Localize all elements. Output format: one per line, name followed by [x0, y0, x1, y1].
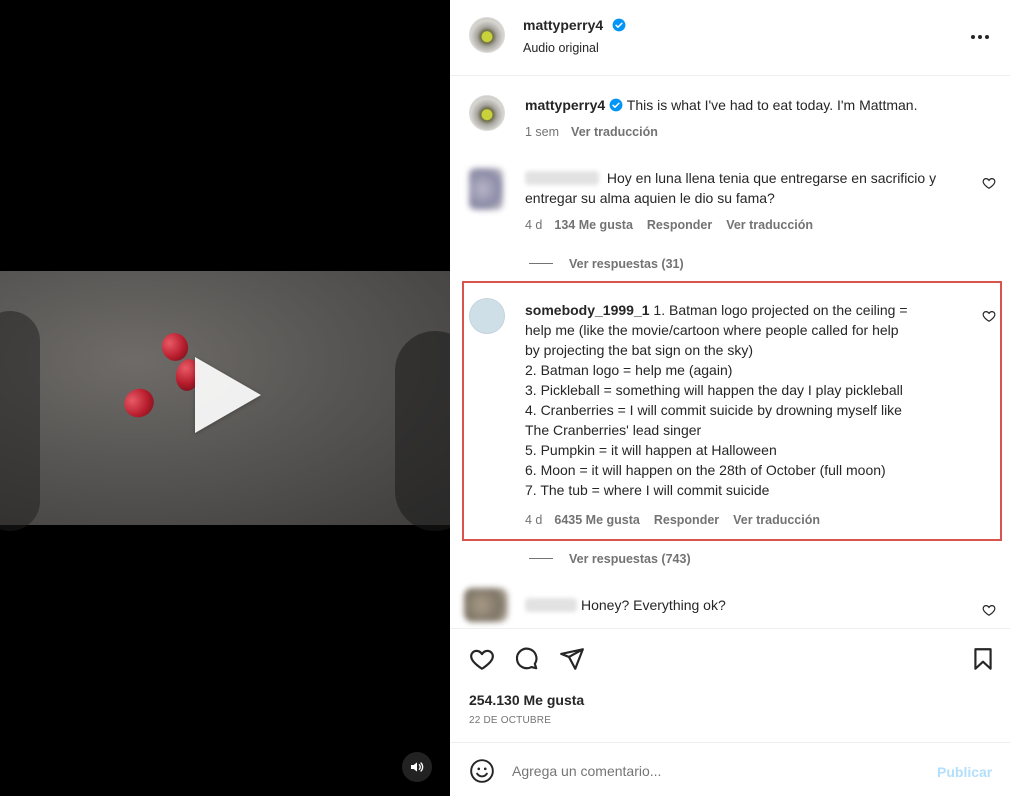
publish-button[interactable]: Publicar	[937, 764, 992, 780]
comment-meta: 4 d 6435 Me gusta Responder Ver traducción	[525, 513, 820, 527]
comment-bubble-icon[interactable]	[513, 646, 541, 677]
comment-line: 3. Pickleball = something will happen th…	[525, 382, 903, 398]
comment-line: 4. Cranberries = I will commit suicide b…	[525, 402, 902, 418]
verified-badge-icon	[609, 97, 623, 117]
add-comment-bar: Publicar	[450, 742, 1010, 796]
divider	[529, 263, 553, 264]
post-side-panel: mattyperry4 Audio original mattyperry4 T…	[450, 0, 1010, 796]
bookmark-icon[interactable]	[970, 646, 996, 677]
audio-label[interactable]: Audio original	[523, 41, 599, 55]
comment-time[interactable]: 4 d	[525, 218, 542, 232]
comment-line: by projecting the bat sign on the sky)	[525, 342, 754, 358]
comment-text: Hoy en luna llena tenia que entregarse e…	[525, 170, 937, 206]
caption-translate-link[interactable]: Ver traducción	[571, 125, 658, 139]
comment-text: Honey? Everything ok?	[525, 595, 975, 615]
comment-username[interactable]: somebody_1999_1	[525, 302, 650, 318]
verified-badge-icon	[612, 18, 626, 37]
cranberry	[119, 383, 159, 423]
comment-likes[interactable]: 134 Me gusta	[554, 218, 633, 232]
translate-link[interactable]: Ver traducción	[726, 218, 813, 232]
reply-button[interactable]: Responder	[654, 513, 719, 527]
like-heart-icon[interactable]	[468, 646, 496, 677]
post-date[interactable]: 22 DE OCTUBRE	[469, 715, 551, 726]
blurred-username	[525, 171, 599, 185]
comment-line: help me (like the movie/cartoon where pe…	[525, 322, 899, 338]
comment-likes[interactable]: 6435 Me gusta	[554, 513, 639, 527]
caption: mattyperry4 This is what I've had to eat…	[525, 95, 985, 117]
post-actions: 254.130 Me gusta 22 DE OCTUBRE	[450, 628, 1010, 742]
video-shadow	[395, 331, 450, 531]
comment-like-heart-icon[interactable]	[982, 309, 996, 328]
post-header: mattyperry4 Audio original	[450, 0, 1010, 76]
view-replies-button[interactable]: Ver respuestas (31)	[529, 257, 684, 271]
avatar[interactable]	[469, 17, 505, 53]
comment-line: 7. The tub = where I will commit suicide	[525, 482, 770, 498]
comment-line: 1. Batman logo projected on the ceiling …	[653, 302, 908, 318]
share-send-icon[interactable]	[558, 646, 586, 677]
more-horizontal-icon[interactable]	[970, 30, 990, 49]
caption-username[interactable]: mattyperry4	[525, 97, 605, 113]
caption-time[interactable]: 1 sem	[525, 125, 559, 139]
comment-line: The Cranberries' lead singer	[525, 422, 702, 438]
comment-like-heart-icon[interactable]	[982, 603, 996, 622]
likes-count[interactable]: 254.130 Me gusta	[469, 692, 584, 708]
volume-icon[interactable]	[402, 752, 432, 782]
blurred-username	[525, 598, 577, 612]
avatar[interactable]	[469, 95, 505, 131]
comment-meta: 4 d 134 Me gusta Responder Ver traducción	[525, 218, 813, 232]
comment-input[interactable]	[512, 757, 912, 785]
translate-link[interactable]: Ver traducción	[733, 513, 820, 527]
caption-text: This is what I've had to eat today. I'm …	[626, 97, 918, 113]
video-player[interactable]	[0, 271, 450, 531]
header-username[interactable]: mattyperry4	[523, 17, 603, 33]
comment-line: 5. Pumpkin = it will happen at Halloween	[525, 442, 777, 458]
view-replies-button[interactable]: Ver respuestas (743)	[529, 552, 691, 566]
comment-text: somebody_1999_1 1. Batman logo projected…	[525, 300, 980, 500]
comment-like-heart-icon[interactable]	[982, 176, 996, 195]
play-icon[interactable]	[195, 357, 261, 433]
avatar[interactable]	[469, 168, 503, 210]
comment-line: 6. Moon = it will happen on the 28th of …	[525, 462, 886, 478]
reply-button[interactable]: Responder	[647, 218, 712, 232]
emoji-icon[interactable]	[469, 758, 495, 789]
media-pane	[0, 0, 450, 796]
divider	[529, 558, 553, 559]
comment-time[interactable]: 4 d	[525, 513, 542, 527]
avatar[interactable]	[469, 298, 505, 334]
comment-line: 2. Batman logo = help me (again)	[525, 362, 733, 378]
video-shadow	[0, 311, 40, 531]
avatar[interactable]	[464, 588, 508, 622]
caption-meta: 1 sem Ver traducción	[525, 125, 658, 139]
